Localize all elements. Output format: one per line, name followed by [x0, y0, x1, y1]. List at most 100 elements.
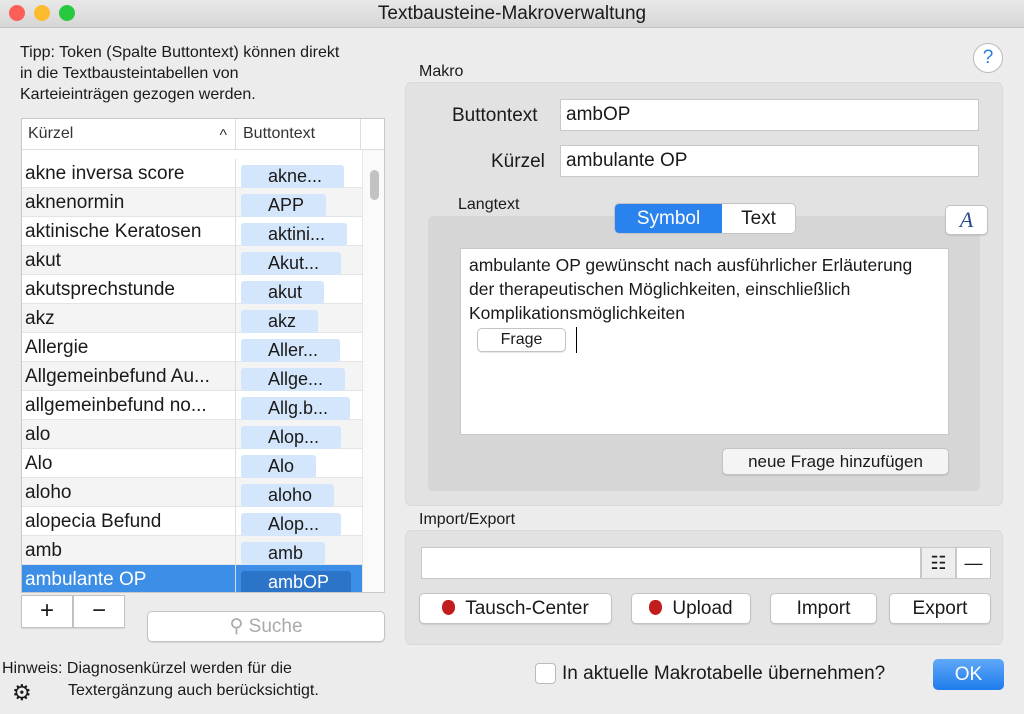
token-pill[interactable]: ambOP — [241, 571, 352, 592]
add-question-button[interactable]: neue Frage hinzufügen — [722, 448, 949, 475]
macro-table[interactable]: Kürzel ^ Buttontext akne inversa score akn… — [21, 118, 385, 593]
makro-title: Makro — [419, 63, 464, 80]
buttontext-cell: aloho — [236, 478, 361, 507]
table-row[interactable]: aknenormin APP — [22, 188, 362, 217]
kuerzel-label: Kürzel — [491, 151, 545, 172]
remove-button[interactable]: − — [73, 595, 125, 628]
gear-icon[interactable]: ⚙ — [12, 680, 32, 706]
table-row[interactable]: aktinische Keratosen aktini... — [22, 217, 362, 246]
column-header-buttontext[interactable]: Buttontext — [236, 119, 361, 149]
token-pill[interactable]: Alop... — [241, 426, 342, 449]
kuerzel-cell: alo — [22, 420, 236, 448]
token-frage[interactable]: Frage — [477, 328, 566, 352]
buttontext-cell: akut — [236, 275, 361, 304]
zoom-button[interactable] — [59, 5, 75, 21]
table-row[interactable]: alopecia Befund Alop... — [22, 507, 362, 536]
pepper-icon — [649, 600, 663, 615]
kuerzel-cell: aloho — [22, 478, 236, 506]
scroll-thumb[interactable] — [370, 170, 379, 200]
apply-checkbox[interactable] — [535, 663, 556, 684]
buttontext-cell: Allge... — [236, 362, 361, 391]
token-pill[interactable]: amb — [241, 542, 326, 565]
token-pill[interactable]: Allg.b... — [241, 397, 351, 420]
segment-symbol[interactable]: Symbol — [615, 204, 722, 233]
kuerzel-cell: akutsprechstunde — [22, 275, 236, 303]
kuerzel-field[interactable]: ambulante OP — [560, 145, 979, 177]
langtext-editor[interactable]: ambulante OP gewünscht nach ausführliche… — [460, 248, 949, 435]
tausch-center-button[interactable]: Tausch-Center — [419, 593, 612, 624]
token-pill[interactable]: APP — [241, 194, 327, 217]
table-row[interactable]: akz akz — [22, 304, 362, 333]
buttontext-cell: Allg.b... — [236, 391, 361, 420]
buttontext-field[interactable]: ambOP — [560, 99, 979, 131]
sort-ascending-icon: ^ — [219, 127, 227, 144]
table-scrollbar[interactable] — [362, 150, 384, 592]
path-field[interactable] — [421, 547, 921, 579]
kuerzel-cell: Allergie — [22, 333, 236, 361]
token-pill[interactable]: aloho — [241, 484, 335, 507]
table-row[interactable]: akutsprechstunde akut — [22, 275, 362, 304]
kuerzel-cell: akz — [22, 304, 236, 332]
segment-text[interactable]: Text — [722, 204, 795, 233]
column-header-kuerzel[interactable]: Kürzel ^ — [22, 119, 236, 149]
apply-checkbox-label: In aktuelle Makrotabelle übernehmen? — [562, 663, 886, 684]
kuerzel-cell: alopecia Befund — [22, 507, 236, 535]
table-row[interactable]: akut Akut... — [22, 246, 362, 275]
token-pill[interactable]: akut — [241, 281, 325, 304]
finder-icon[interactable]: ☷ — [921, 547, 956, 579]
token-pill[interactable]: akne... — [241, 165, 345, 188]
search-icon: ⚲ — [229, 616, 244, 637]
token-pill[interactable]: aktini... — [241, 223, 348, 246]
token-pill[interactable]: Akut... — [241, 252, 342, 275]
token-pill[interactable]: Allge... — [241, 368, 346, 391]
langtext-label: Langtext — [458, 196, 520, 213]
kuerzel-cell: Allgemeinbefund Au... — [22, 362, 236, 390]
help-button[interactable]: ? — [973, 43, 1003, 73]
buttontext-cell: akz — [236, 304, 361, 333]
table-row[interactable]: ambulante OP ambOP — [22, 565, 362, 592]
token-pill[interactable]: Alo — [241, 455, 317, 478]
table-row[interactable]: Allergie Aller... — [22, 333, 362, 362]
table-row[interactable]: amb amb — [22, 536, 362, 565]
font-button[interactable]: A — [945, 205, 988, 235]
buttontext-cell: Alop... — [236, 420, 361, 449]
kuerzel-cell: akne inversa score — [22, 159, 236, 187]
buttontext-cell: APP — [236, 188, 361, 217]
ok-button[interactable]: OK — [933, 659, 1004, 690]
table-row[interactable]: aloho aloho — [22, 478, 362, 507]
buttontext-cell: akne... — [236, 159, 361, 188]
window-title: Textbausteine-Makroverwaltung — [377, 3, 647, 24]
kuerzel-cell: aknenormin — [22, 188, 236, 216]
table-row[interactable]: akne inversa score akne... — [22, 159, 362, 188]
close-button[interactable] — [9, 5, 25, 21]
buttontext-cell: Akut... — [236, 246, 361, 275]
kuerzel-cell: aktinische Keratosen — [22, 217, 236, 245]
table-row[interactable]: alo Alop... — [22, 420, 362, 449]
buttontext-cell: aktini... — [236, 217, 361, 246]
buttontext-cell: amb — [236, 536, 361, 565]
table-row[interactable]: Alo Alo — [22, 449, 362, 478]
buttontext-cell: Aller... — [236, 333, 361, 362]
kuerzel-cell: allgemeinbefund no... — [22, 391, 236, 419]
pepper-icon — [442, 600, 456, 615]
export-button[interactable]: Export — [889, 593, 991, 624]
minimize-button[interactable] — [34, 5, 50, 21]
token-pill[interactable]: Alop... — [241, 513, 342, 536]
tip-text: Tipp: Token (Spalte Buttontext) können d… — [20, 44, 340, 103]
text-cursor — [576, 327, 577, 353]
search-input[interactable]: ⚲ Suche — [147, 611, 385, 642]
table-row[interactable]: Allgemeinbefund Au... Allge... — [22, 362, 362, 391]
token-pill[interactable]: Aller... — [241, 339, 341, 362]
buttontext-label: Buttontext — [452, 105, 538, 126]
hint-line2: Textergänzung auch berücksichtigt. — [68, 682, 319, 699]
kuerzel-cell: amb — [22, 536, 236, 564]
table-row[interactable]: allgemeinbefund no... Allg.b... — [22, 391, 362, 420]
kuerzel-cell: Alo — [22, 449, 236, 477]
upload-button[interactable]: Upload — [631, 593, 751, 624]
import-button[interactable]: Import — [770, 593, 877, 624]
token-pill[interactable]: akz — [241, 310, 319, 333]
buttontext-cell: Alop... — [236, 507, 361, 536]
hint-line1: Hinweis: Diagnosenkürzel werden für die — [2, 660, 292, 677]
add-button[interactable]: + — [21, 595, 73, 628]
clear-path-button[interactable]: — — [956, 547, 991, 579]
